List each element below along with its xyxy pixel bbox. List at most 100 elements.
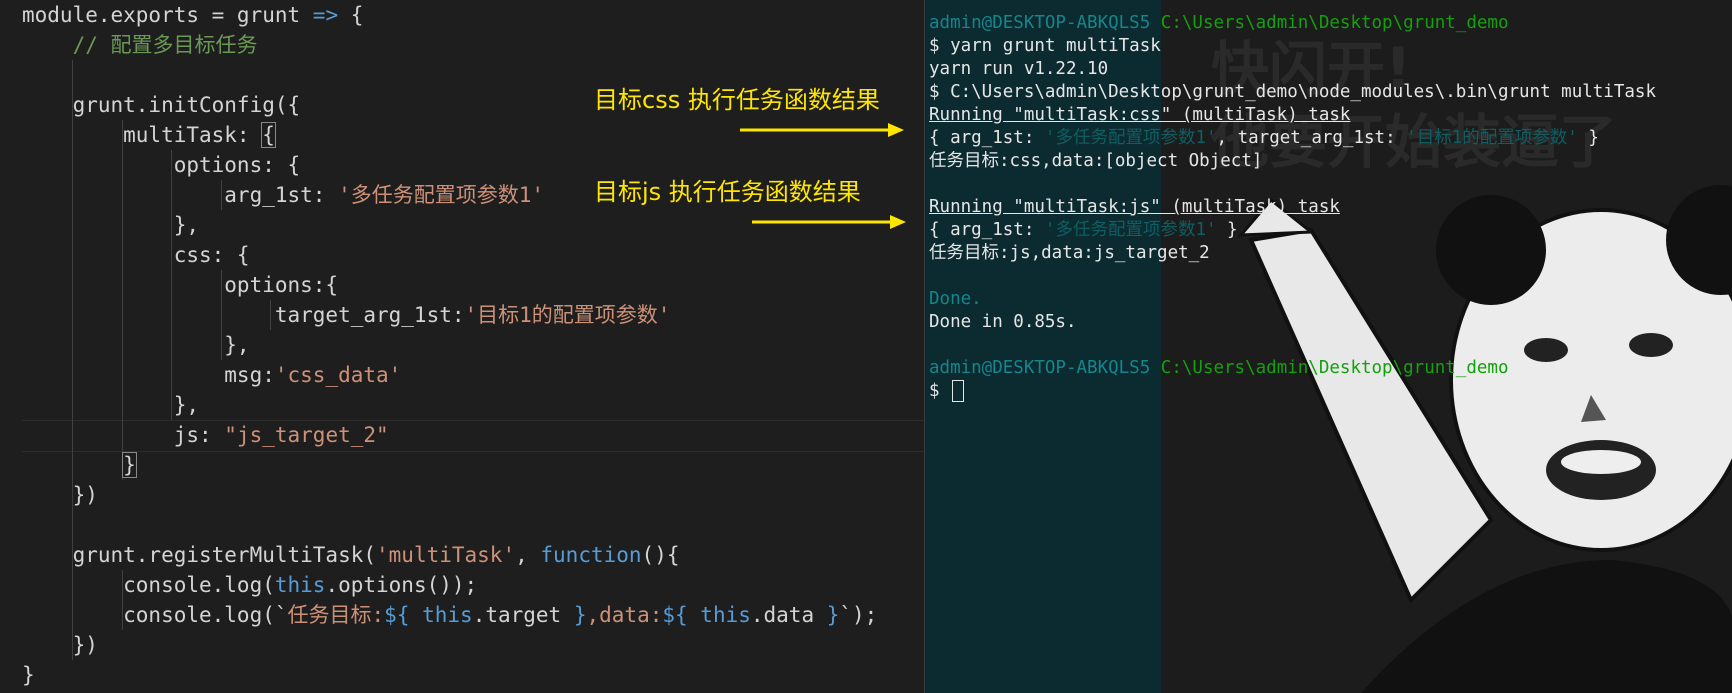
terminal-text: Running "multiTask:js" (multiTask) task — [929, 197, 1340, 217]
terminal-cursor[interactable] — [952, 380, 965, 402]
code-token: , — [515, 543, 541, 567]
code-line: arg_1st: '多任务配置项参数1' — [22, 180, 544, 210]
code-line: }, — [22, 210, 199, 240]
code-line: } — [22, 660, 35, 690]
terminal-text: '目标1的配置项参数' — [1406, 128, 1578, 148]
code-token: } — [573, 603, 587, 627]
code-token: '多任务配置项参数1' — [338, 183, 545, 207]
code-token: } — [122, 452, 137, 478]
code-token: }) — [22, 633, 98, 657]
terminal-text: '多任务配置项参数1' — [1044, 128, 1217, 148]
terminal-text: admin@DESKTOP-ABKQLS5 — [929, 358, 1161, 378]
terminal-text: } — [1216, 220, 1238, 240]
terminal-line: Running "multiTask:js" (multiTask) task — [929, 196, 1340, 219]
code-token: 'multiTask' — [376, 543, 516, 567]
code-line: options:{ — [22, 270, 338, 300]
terminal-text: C:\Users\admin\Desktop\grunt_demo — [1160, 13, 1509, 33]
terminal-text: admin@DESKTOP-ABKQLS5 — [929, 13, 1161, 33]
code-line: css: { — [22, 240, 250, 270]
code-token: { — [338, 3, 364, 27]
terminal-text: $ — [929, 381, 951, 401]
terminal-text: '多任务配置项参数1' — [1044, 220, 1217, 240]
terminal-line: { arg_1st: '多任务配置项参数1' } — [929, 219, 1238, 242]
code-token: 任务目标: — [287, 603, 385, 627]
terminal-text: { arg_1st: — [929, 128, 1045, 148]
code-token: .options()); — [325, 573, 478, 597]
terminal-text: } — [1577, 128, 1599, 148]
code-token: multiTask: — [22, 123, 263, 147]
terminal-line: Done in 0.85s. — [929, 311, 1077, 334]
terminal-text: , target_arg_1st: — [1216, 128, 1407, 148]
code-token: function — [540, 543, 642, 567]
terminal-line: $ C:\Users\admin\Desktop\grunt_demo\node… — [929, 81, 1656, 104]
terminal-line: admin@DESKTOP-ABKQLS5 C:\Users\admin\Des… — [929, 357, 1508, 380]
code-token: ${ — [384, 603, 410, 627]
code-token: // 配置多目标任务 — [22, 33, 258, 57]
code-line: msg:'css_data' — [22, 360, 401, 390]
code-token: } — [22, 663, 35, 687]
terminal-line: Running "multiTask:css" (multiTask) task — [929, 104, 1350, 127]
terminal-panel[interactable]: 快闪开! 他要开始装逼了 admin@DESKTOP-ABKQLS5 C:\Us… — [924, 0, 1732, 693]
code-token: console.log( — [22, 573, 275, 597]
terminal-text: yarn run v1.22.10 — [929, 59, 1109, 79]
code-line: multiTask: { — [22, 120, 276, 150]
terminal-text: 任务目标:js,data:js_target_2 — [929, 243, 1210, 263]
code-line: module.exports = grunt => { — [22, 0, 363, 30]
code-token: }, — [22, 213, 200, 237]
terminal-line: $ — [929, 380, 965, 403]
code-line: }, — [22, 390, 199, 420]
terminal-line: admin@DESKTOP-ABKQLS5 C:\Users\admin\Des… — [929, 12, 1508, 35]
code-token: { — [261, 122, 276, 148]
code-line: grunt.initConfig({ — [22, 90, 301, 120]
code-line: }) — [22, 630, 98, 660]
terminal-text: Running "multiTask:css" (multiTask) task — [929, 105, 1351, 125]
terminal-line: Done. — [929, 288, 982, 311]
annotation-css-result: 目标css 执行任务函数结果 — [594, 86, 880, 114]
code-token: arg_1st: — [22, 183, 339, 207]
terminal-line: 任务目标:js,data:js_target_2 — [929, 242, 1210, 265]
code-token: grunt.initConfig({ — [22, 93, 301, 117]
code-token: } — [826, 603, 840, 627]
terminal-text: $ C:\Users\admin\Desktop\grunt_demo\node… — [929, 82, 1656, 102]
terminal-text: C:\Users\admin\Desktop\grunt_demo — [1160, 358, 1509, 378]
code-token: options:{ — [22, 273, 339, 297]
code-token: this — [409, 603, 473, 627]
code-token: 'css_data' — [274, 363, 402, 387]
code-token: '目标1的配置项参数' — [464, 303, 671, 327]
terminal-line: { arg_1st: '多任务配置项参数1', target_arg_1st: … — [929, 127, 1599, 150]
code-token: ${ — [662, 603, 688, 627]
code-line: // 配置多目标任务 — [22, 30, 258, 60]
code-token: grunt.registerMultiTask( — [22, 543, 377, 567]
code-token: this — [274, 573, 326, 597]
code-token: console.log(` — [22, 603, 288, 627]
code-line: grunt.registerMultiTask('multiTask', fun… — [22, 540, 680, 570]
code-line: target_arg_1st:'目标1的配置项参数' — [22, 300, 671, 330]
terminal-line: yarn run v1.22.10 — [929, 58, 1108, 81]
code-token: (){ — [641, 543, 680, 567]
arrow-css-icon — [740, 123, 904, 137]
arrow-js-icon — [752, 215, 906, 229]
terminal-text: 任务目标:css,data:[object Object] — [929, 151, 1263, 171]
terminal-line: 任务目标:css,data:[object Object] — [929, 150, 1262, 173]
terminal-line: $ yarn grunt multiTask — [929, 35, 1161, 58]
code-token: js: — [22, 423, 225, 447]
terminal-text: Done. — [929, 289, 982, 309]
terminal-text: Done in 0.85s. — [929, 312, 1077, 332]
terminal-text: { arg_1st: — [929, 220, 1045, 240]
code-token: }, — [22, 393, 200, 417]
code-token: .data — [750, 603, 827, 627]
code-token: => — [312, 3, 339, 27]
terminal-text: $ yarn grunt multiTask — [929, 36, 1161, 56]
code-token: css: { — [22, 243, 250, 267]
annotation-js-result: 目标js 执行任务函数结果 — [594, 178, 861, 206]
code-token: this — [687, 603, 751, 627]
code-token: module.exports = grunt — [22, 3, 313, 27]
code-token: }) — [22, 483, 98, 507]
code-line: js: "js_target_2" — [22, 420, 389, 450]
code-token: "js_target_2" — [224, 423, 389, 447]
code-token: ,data: — [586, 603, 663, 627]
code-line: }, — [22, 330, 249, 360]
code-token: `); — [839, 603, 878, 627]
code-line: }) — [22, 480, 98, 510]
code-token: msg: — [22, 363, 275, 387]
